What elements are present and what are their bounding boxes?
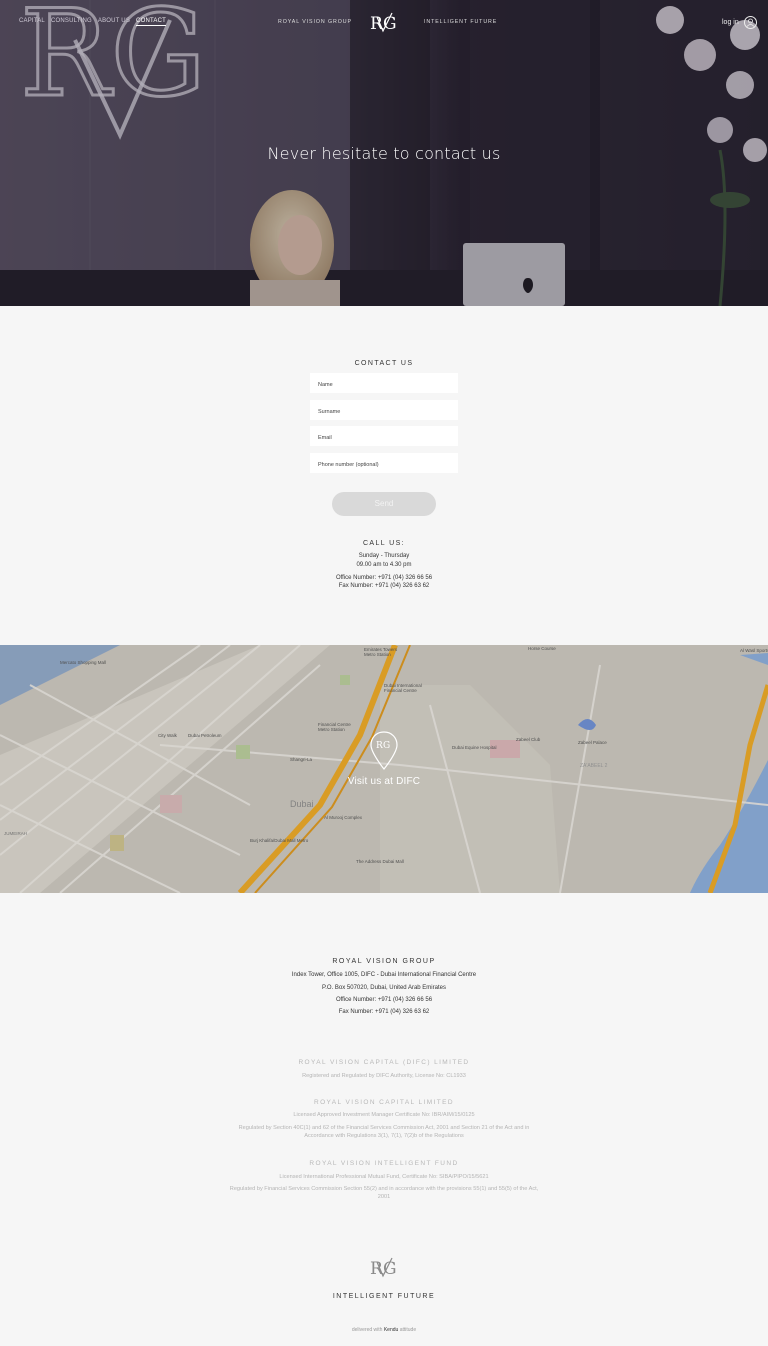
user-icon bbox=[743, 16, 757, 29]
entity-capital-line-2: Regulated by Section 40C(1) and 62 of th… bbox=[238, 1125, 530, 1139]
name-field-wrap bbox=[310, 373, 462, 395]
hero-banner: RG CAPITAL CONSULTING ABOUT US CONTACT R… bbox=[0, 0, 768, 306]
nav-link-about-us[interactable]: ABOUT US bbox=[98, 18, 130, 26]
footer-address: Index Tower, Office 1005, DIFC - Dubai I… bbox=[291, 972, 477, 978]
rvg-logo[interactable]: R G bbox=[370, 12, 398, 34]
footer-office-number: Office Number: +971 (04) 326 66 56 bbox=[335, 997, 433, 1003]
svg-text:G: G bbox=[383, 741, 390, 751]
nav-links: CAPITAL CONSULTING ABOUT US CONTACT bbox=[19, 18, 166, 26]
surname-input[interactable] bbox=[310, 402, 462, 422]
top-navigation: CAPITAL CONSULTING ABOUT US CONTACT ROYA… bbox=[0, 0, 768, 46]
credit-suffix: attitude bbox=[399, 1327, 417, 1333]
phone-field-wrap bbox=[310, 453, 462, 475]
footer-group-title: ROYAL VISION GROUP bbox=[332, 958, 436, 965]
call-us-title: CALL US: bbox=[362, 540, 406, 547]
entity-title-difc: ROYAL VISION CAPITAL (DIFC) LIMITED bbox=[298, 1059, 470, 1066]
footer: ROYAL VISION GROUP Index Tower, Office 1… bbox=[0, 893, 768, 1346]
entity-difc-line: Registered and Regulated by DIFC Authori… bbox=[302, 1073, 466, 1079]
nav-tagline-intelligent-future: INTELLIGENT FUTURE bbox=[424, 19, 498, 25]
call-hours: 09.00 am to 4.30 pm bbox=[356, 562, 412, 568]
footer-po-box: P.O. Box 507020, Dubai, United Arab Emir… bbox=[322, 985, 446, 991]
contact-section: CONTACT US Send CALL US: Sunday - Thursd… bbox=[0, 306, 768, 645]
nav-link-contact[interactable]: CONTACT bbox=[136, 18, 166, 26]
map-pin-icon: R G bbox=[370, 731, 398, 770]
login-button[interactable]: log in bbox=[722, 16, 757, 29]
footer-rvg-logo: R G bbox=[370, 1257, 397, 1279]
call-fax-number: Fax Number: +971 (04) 326 63 62 bbox=[338, 583, 430, 589]
surname-field-wrap bbox=[310, 400, 462, 422]
call-office-number: Office Number: +971 (04) 326 66 56 bbox=[335, 575, 433, 581]
email-input[interactable] bbox=[310, 428, 462, 448]
location-map[interactable]: Mercato Shopping Mall City Walk Dubai Pe… bbox=[0, 645, 768, 893]
email-field-wrap bbox=[310, 426, 462, 448]
nav-link-capital[interactable]: CAPITAL bbox=[19, 18, 45, 26]
name-input[interactable] bbox=[310, 375, 462, 395]
call-days: Sunday - Thursday bbox=[358, 553, 410, 559]
nav-link-consulting[interactable]: CONSULTING bbox=[51, 18, 92, 26]
entity-fund-line-2: Regulated by Financial Services Commissi… bbox=[229, 1186, 539, 1200]
credit-brand-link[interactable]: Kendu bbox=[384, 1327, 398, 1333]
contact-title: CONTACT US bbox=[354, 360, 414, 367]
entity-title-fund: ROYAL VISION INTELLIGENT FUND bbox=[309, 1160, 459, 1167]
footer-credit: delivered with Kendu attitude bbox=[0, 1327, 768, 1333]
hero-title: Never hesitate to contact us bbox=[267, 144, 501, 163]
map-visit-label: Visit us at DIFC bbox=[347, 776, 421, 787]
footer-fax-number: Fax Number: +971 (04) 326 63 62 bbox=[338, 1009, 430, 1015]
footer-tagline: INTELLIGENT FUTURE bbox=[332, 1293, 436, 1300]
entity-capital-line-1: Licensed Approved Investment Manager Cer… bbox=[293, 1112, 475, 1118]
entity-title-capital: ROYAL VISION CAPITAL LIMITED bbox=[314, 1099, 454, 1106]
phone-input[interactable] bbox=[310, 455, 462, 475]
credit-prefix: delivered with bbox=[351, 1327, 383, 1333]
send-button[interactable]: Send bbox=[332, 492, 436, 516]
entity-fund-line-1: Licensed International Professional Mutu… bbox=[279, 1174, 489, 1180]
login-label: log in bbox=[722, 19, 739, 26]
nav-brand-royal-vision-group: ROYAL VISION GROUP bbox=[278, 19, 352, 25]
svg-text:R: R bbox=[376, 741, 383, 751]
